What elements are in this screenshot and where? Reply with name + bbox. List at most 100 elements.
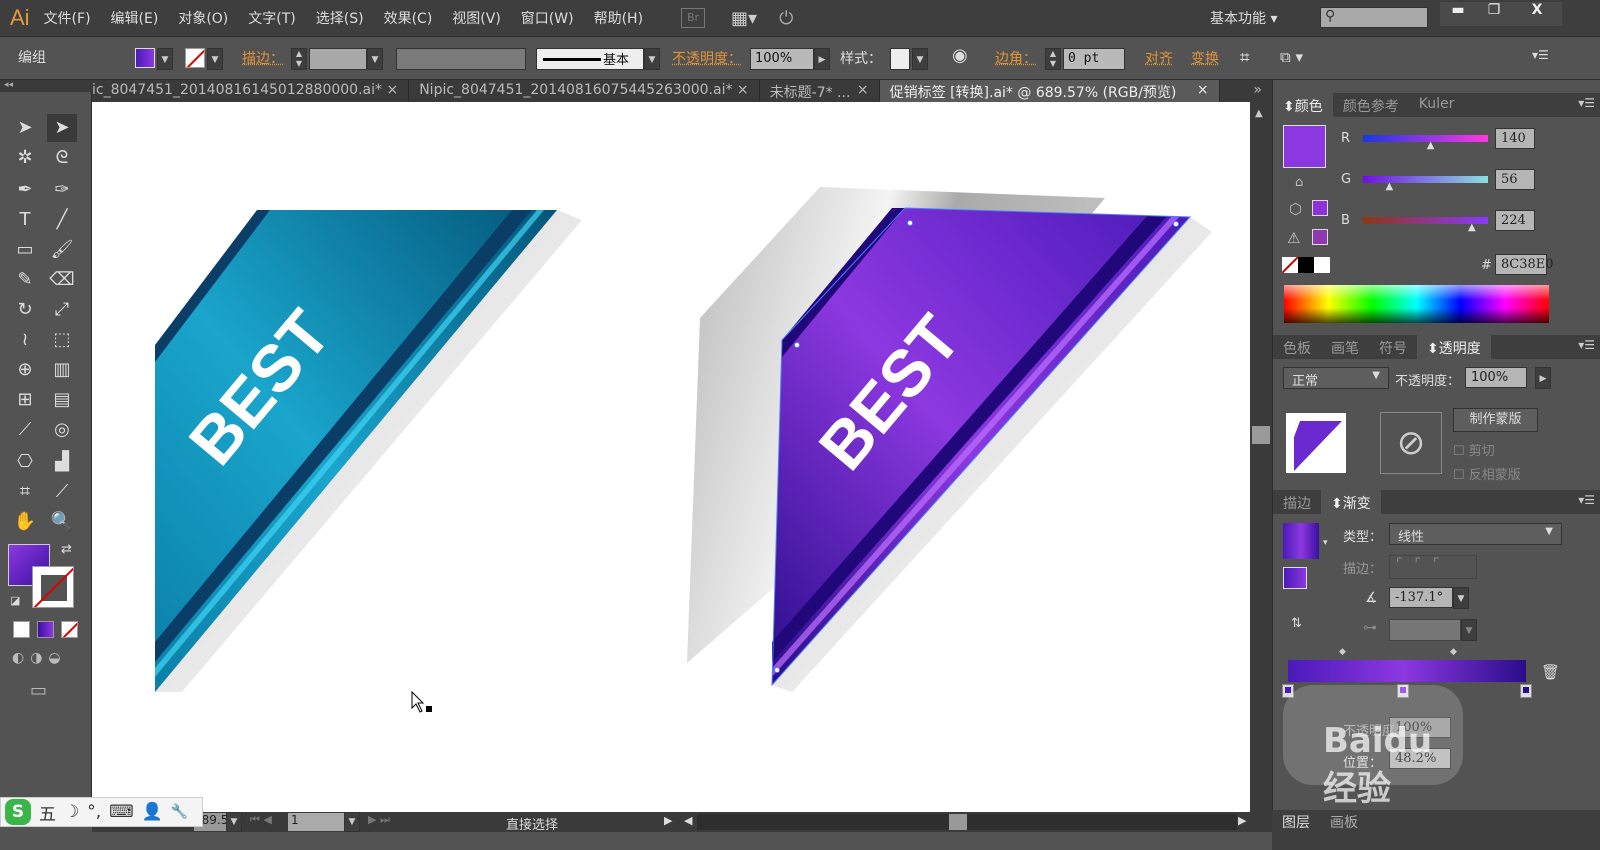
paintbrush-tool-icon[interactable]: 🖌	[47, 236, 77, 264]
g-input[interactable]: 56	[1495, 169, 1535, 190]
default-fill-stroke-icon[interactable]: ◪	[10, 594, 20, 607]
document-tab[interactable]: ic_8047451_20140816145012880000.ai* ×	[92, 80, 410, 102]
curvature-tool-icon[interactable]: ✑	[47, 176, 77, 204]
stroke-weight-dropdown[interactable]: ▼	[367, 48, 383, 70]
document-tab[interactable]: 未标题-7* ... ×	[760, 80, 880, 102]
tab-close-icon[interactable]: ×	[386, 82, 398, 98]
recolor-artwork-icon[interactable]: ◉	[952, 45, 968, 67]
web-safe-swatch[interactable]	[1312, 200, 1328, 216]
invert-mask-checkbox[interactable]: ☐ 反相蒙版	[1453, 464, 1521, 483]
gamut-swatch[interactable]	[1312, 229, 1328, 245]
perspective-grid-tool-icon[interactable]: ▥	[47, 356, 77, 384]
fill-swatch[interactable]	[135, 48, 155, 68]
menu-effect[interactable]: 效果(C)	[384, 8, 433, 28]
menu-window[interactable]: 窗口(W)	[521, 8, 574, 28]
stroke-none-swatch[interactable]	[185, 48, 205, 68]
gradient-tool-icon[interactable]: ▤	[47, 386, 77, 414]
gpu-performance-icon[interactable]: ⏻	[779, 8, 793, 29]
isolate-group-icon[interactable]: ⌗	[1240, 48, 1250, 70]
brush-definition[interactable]: 基本	[536, 48, 644, 70]
aspect-ratio-input[interactable]	[1389, 619, 1461, 641]
status-menu-arrow[interactable]: ▶	[664, 814, 672, 827]
reverse-gradient-icon[interactable]: ⇅	[1291, 616, 1302, 631]
stroke-weight-input[interactable]	[309, 48, 367, 70]
transform-link[interactable]: 变换	[1191, 48, 1219, 70]
opacity-label[interactable]: 不透明度：	[672, 48, 742, 70]
hscroll-thumb[interactable]	[949, 814, 967, 830]
midpoint-diamond[interactable]: ◆	[1450, 647, 1457, 657]
gradient-preset-dropdown[interactable]: ▾	[1323, 538, 1328, 548]
g-slider-thumb[interactable]: ▲	[1386, 181, 1394, 192]
b-input[interactable]: 224	[1495, 210, 1535, 231]
column-graph-tool-icon[interactable]: ▟	[47, 448, 77, 476]
corner-input[interactable]: 0 pt	[1063, 48, 1125, 70]
tab-close-icon[interactable]: ×	[1197, 82, 1209, 98]
shape-builder-tool-icon[interactable]: ⊕	[10, 356, 40, 384]
swap-fill-stroke-icon[interactable]: ⇄	[61, 542, 72, 557]
ime-punctuation-icon[interactable]: °,	[87, 802, 101, 822]
document-tab[interactable]: Nipic_8047451_20140816075445263000.ai* ×	[409, 80, 760, 102]
black-swatch[interactable]	[1298, 257, 1314, 273]
blend-mode-select[interactable]: 正常 ▼	[1283, 367, 1389, 389]
first-artboard-icon[interactable]: ⏮ ◀	[250, 813, 272, 827]
ime-settings-icon[interactable]: 🔧	[171, 804, 188, 820]
gradient-stop[interactable]	[1520, 684, 1532, 698]
screen-mode-icon[interactable]: ▭	[30, 680, 47, 701]
type-tool-icon[interactable]: T	[10, 206, 40, 234]
workspace-switcher[interactable]: 基本功能 ▾	[1210, 8, 1277, 28]
artboard-number-input[interactable]: 1	[288, 813, 344, 831]
pen-tool-icon[interactable]: ✒	[10, 176, 40, 204]
b-slider-thumb[interactable]: ▲	[1468, 222, 1476, 233]
tab-swatches[interactable]: 色板	[1273, 335, 1321, 359]
white-swatch[interactable]	[1314, 257, 1330, 273]
gradient-preview-swatch[interactable]	[1283, 523, 1319, 559]
tab-overflow-icon[interactable]: »	[1243, 80, 1272, 102]
blend-tool-icon[interactable]: ◎	[47, 416, 77, 444]
web-safe-cube-icon[interactable]: ⬡	[1289, 200, 1302, 218]
out-of-web-color-icon[interactable]: ⌂	[1295, 175, 1303, 190]
style-dropdown[interactable]: ▼	[912, 48, 928, 70]
tab-close-icon[interactable]: ×	[857, 82, 869, 98]
make-mask-button[interactable]: 制作蒙版	[1453, 408, 1538, 432]
rectangle-tool-icon[interactable]: ▭	[10, 236, 40, 264]
r-slider-thumb[interactable]: ▲	[1427, 140, 1435, 151]
menu-select[interactable]: 选择(S)	[316, 8, 364, 28]
hex-input[interactable]: 8C38E0	[1495, 254, 1554, 275]
menu-edit[interactable]: 编辑(E)	[111, 8, 159, 28]
eyedropper-tool-icon[interactable]: ⟋	[10, 416, 40, 444]
anchor-point[interactable]	[774, 667, 780, 673]
vertical-scrollbar[interactable]: ▲	[1250, 102, 1272, 812]
tab-color-guide[interactable]: 颜色参考	[1333, 93, 1409, 117]
help-search-input[interactable]: ⚲	[1320, 7, 1428, 28]
tab-layers[interactable]: 图层	[1282, 812, 1310, 832]
restore-button[interactable]: ❐	[1476, 2, 1512, 26]
warp-tool-icon[interactable]: ≀	[10, 326, 40, 354]
anchor-point[interactable]	[907, 220, 913, 226]
corner-stepper[interactable]: ▲ ▼	[1045, 48, 1061, 70]
zoom-dropdown[interactable]: ▼	[226, 812, 242, 832]
tab-stroke[interactable]: 描边	[1273, 490, 1321, 514]
object-thumbnail[interactable]	[1286, 413, 1346, 473]
menu-object[interactable]: 对象(O)	[178, 8, 228, 28]
aspect-ratio-dropdown[interactable]: ▼	[1461, 619, 1477, 641]
arrange-documents-icon[interactable]: ▦▾	[731, 8, 757, 29]
line-tool-icon[interactable]: ╱	[47, 206, 77, 234]
anchor-point[interactable]	[794, 342, 800, 348]
tab-brushes[interactable]: 画笔	[1321, 335, 1369, 359]
color-spectrum[interactable]	[1284, 285, 1549, 323]
rotate-tool-icon[interactable]: ↻	[10, 296, 40, 324]
color-mode-button[interactable]	[13, 621, 30, 638]
ime-keyboard-icon[interactable]: ⌨	[109, 802, 134, 822]
close-button[interactable]: X	[1512, 2, 1562, 26]
none-mode-button[interactable]	[61, 621, 78, 638]
r-slider[interactable]	[1363, 135, 1488, 142]
none-swatch[interactable]	[1282, 257, 1298, 273]
tab-gradient[interactable]: ⬍渐变	[1321, 490, 1381, 514]
gradient-type-select[interactable]: 线性 ▼	[1389, 523, 1562, 545]
direct-selection-tool-icon[interactable]: ➤	[47, 114, 77, 142]
hand-tool-icon[interactable]: ✋	[10, 508, 40, 536]
mesh-tool-icon[interactable]: ⊞	[10, 386, 40, 414]
fill-dropdown[interactable]: ▼	[157, 48, 173, 70]
tab-symbols[interactable]: 符号	[1369, 335, 1417, 359]
scroll-thumb[interactable]	[1252, 426, 1270, 444]
